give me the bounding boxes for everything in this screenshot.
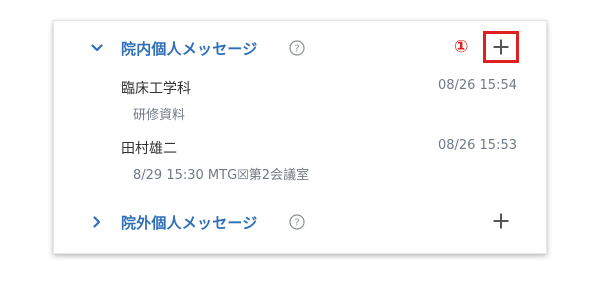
section-header-internal[interactable]: 院内個人メッセージ ? ①: [54, 31, 546, 63]
message-timestamp: 08/26 15:54: [437, 78, 517, 93]
help-icon[interactable]: ?: [289, 214, 305, 230]
message-item[interactable]: 臨床工学科 08/26 15:54 研修資料: [121, 78, 517, 128]
message-sender: 田村雄二: [121, 141, 177, 157]
add-internal-message-button[interactable]: [483, 31, 519, 63]
message-preview: 8/29 15:30 MTG☒第2会議室: [133, 168, 310, 183]
svg-text:?: ?: [294, 44, 299, 55]
chevron-down-icon[interactable]: [87, 38, 107, 58]
messages-card: 院内個人メッセージ ? ① 臨床工学科 08/26 15:54 研修資料 田村雄…: [53, 20, 547, 254]
add-external-message-button[interactable]: [483, 205, 519, 237]
message-timestamp: 08/26 15:53: [437, 138, 517, 153]
section-title-external[interactable]: 院外個人メッセージ: [121, 212, 258, 233]
svg-text:?: ?: [294, 218, 299, 229]
message-item[interactable]: 田村雄二 08/26 15:53 8/29 15:30 MTG☒第2会議室: [121, 138, 517, 188]
plus-icon: [493, 213, 509, 229]
message-preview: 研修資料: [133, 108, 186, 123]
chevron-right-icon[interactable]: [87, 212, 107, 232]
annotation-marker: ①: [454, 37, 469, 57]
plus-icon: [493, 39, 509, 55]
section-title-internal[interactable]: 院内個人メッセージ: [121, 38, 258, 59]
message-sender: 臨床工学科: [121, 81, 191, 97]
help-icon[interactable]: ?: [289, 40, 305, 56]
section-header-external[interactable]: 院外個人メッセージ ?: [54, 207, 546, 237]
